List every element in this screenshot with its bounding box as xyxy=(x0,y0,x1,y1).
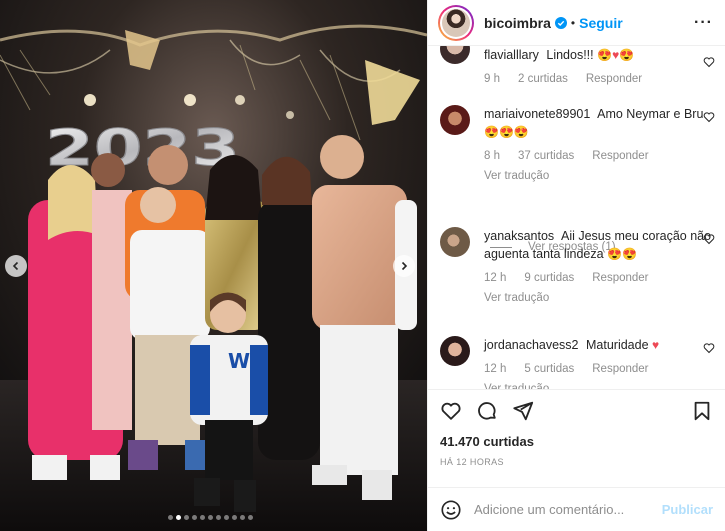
commenter-avatar[interactable] xyxy=(440,227,470,257)
likes-count[interactable]: 41.470 curtidas xyxy=(440,434,713,449)
post-media: 2023 W xyxy=(0,0,427,531)
commenter-avatar[interactable] xyxy=(440,336,470,366)
post-actions-area: 41.470 curtidas HÁ 12 HORAS xyxy=(428,389,725,487)
verified-badge-icon xyxy=(554,16,567,29)
comment-time: 12 h xyxy=(484,363,507,375)
see-translation-link[interactable]: Ver tradução xyxy=(484,380,715,389)
comment-time: 8 h xyxy=(484,150,500,162)
carousel-dot xyxy=(184,515,189,520)
comment-emojis: 😍♥😍 xyxy=(597,48,635,62)
share-send-icon[interactable] xyxy=(512,400,534,422)
carousel-dot xyxy=(248,515,253,520)
reply-button[interactable]: Responder xyxy=(586,70,642,88)
comment-emojis: 😍😍😍 xyxy=(484,125,529,139)
see-translation-link[interactable]: Ver tradução xyxy=(484,167,715,185)
next-photo-button[interactable] xyxy=(393,255,415,277)
reply-button[interactable]: Responder xyxy=(592,269,648,287)
carousel-dot xyxy=(224,515,229,520)
comment-item: yanaksantos Aii Jesus meu coração não ag… xyxy=(440,227,715,307)
comment-likes[interactable]: 9 curtidas xyxy=(524,269,574,287)
comment-likes[interactable]: 37 curtidas xyxy=(518,147,574,165)
comment-input[interactable] xyxy=(474,502,662,517)
comment-likes[interactable]: 5 curtidas xyxy=(524,360,574,378)
chevron-right-icon xyxy=(401,261,408,271)
comment-like-icon[interactable] xyxy=(703,56,715,68)
carousel-indicator xyxy=(168,515,253,520)
carousel-dot xyxy=(208,515,213,520)
comment-emojis: ♥ xyxy=(652,338,660,352)
comment-username[interactable]: mariaivonete89901 xyxy=(484,107,590,121)
post-timestamp: HÁ 12 HORAS xyxy=(440,457,504,467)
comment-username[interactable]: yanaksantos xyxy=(484,229,554,243)
comment-likes[interactable]: 2 curtidas xyxy=(518,70,568,88)
header-separator: • xyxy=(570,15,576,30)
add-comment-bar: Publicar xyxy=(428,487,725,531)
see-translation-link[interactable]: Ver tradução xyxy=(484,289,715,307)
reply-button[interactable]: Responder xyxy=(592,147,648,165)
post-header: bicoimbra • Seguir ··· xyxy=(428,0,725,46)
carousel-dot xyxy=(240,515,245,520)
more-options-icon[interactable]: ··· xyxy=(694,14,713,32)
publish-button[interactable]: Publicar xyxy=(662,502,713,517)
instagram-post: 2023 W bicoimbra • Seguir ··· flaviallla… xyxy=(0,0,725,531)
post-side-panel: bicoimbra • Seguir ··· flavialllary Lind… xyxy=(427,0,725,531)
carousel-dot xyxy=(200,515,205,520)
comment-item: flavialllary Lindos!!! 😍♥😍 9 h 2 curtida… xyxy=(440,46,715,88)
author-avatar[interactable] xyxy=(438,4,474,41)
svg-text:W: W xyxy=(228,349,250,373)
comment-like-icon[interactable] xyxy=(703,111,715,123)
comment-emojis: 😍😍 xyxy=(607,247,637,261)
previous-photo-button[interactable] xyxy=(5,255,27,277)
like-heart-icon[interactable] xyxy=(440,400,462,422)
comment-text: Amo Neymar e Bru xyxy=(597,107,704,121)
comment-bubble-icon[interactable] xyxy=(476,400,498,422)
emoji-smiley-icon[interactable] xyxy=(440,499,462,521)
carousel-dot xyxy=(192,515,197,520)
comment-like-icon[interactable] xyxy=(703,233,715,245)
action-bar xyxy=(440,400,713,422)
carousel-dot xyxy=(176,515,181,520)
commenter-avatar[interactable] xyxy=(440,46,470,64)
comments-list: flavialllary Lindos!!! 😍♥😍 9 h 2 curtida… xyxy=(428,46,725,389)
bookmark-icon[interactable] xyxy=(691,400,713,422)
carousel-dot xyxy=(168,515,173,520)
comment-item: jordanachavess2 Maturidade ♥ 12 h 5 curt… xyxy=(440,336,715,389)
comment-time: 9 h xyxy=(484,73,500,85)
follow-button[interactable]: Seguir xyxy=(579,15,623,31)
comment-like-icon[interactable] xyxy=(703,342,715,354)
author-username[interactable]: bicoimbra xyxy=(484,15,551,31)
reply-button[interactable]: Responder xyxy=(592,360,648,378)
comment-item: mariaivonete89901 Amo Neymar e Bru 😍😍😍 8… xyxy=(440,105,715,185)
comment-text: Lindos!!! xyxy=(546,48,594,62)
comment-username[interactable]: flavialllary xyxy=(484,48,539,62)
commenter-avatar[interactable] xyxy=(440,105,470,135)
chevron-left-icon xyxy=(12,261,19,271)
comment-text: Maturidade xyxy=(586,338,649,352)
post-photo[interactable]: 2023 W xyxy=(0,0,427,531)
comment-username[interactable]: jordanachavess2 xyxy=(484,338,579,352)
carousel-dot xyxy=(232,515,237,520)
carousel-dot xyxy=(216,515,221,520)
comment-time: 12 h xyxy=(484,272,507,284)
